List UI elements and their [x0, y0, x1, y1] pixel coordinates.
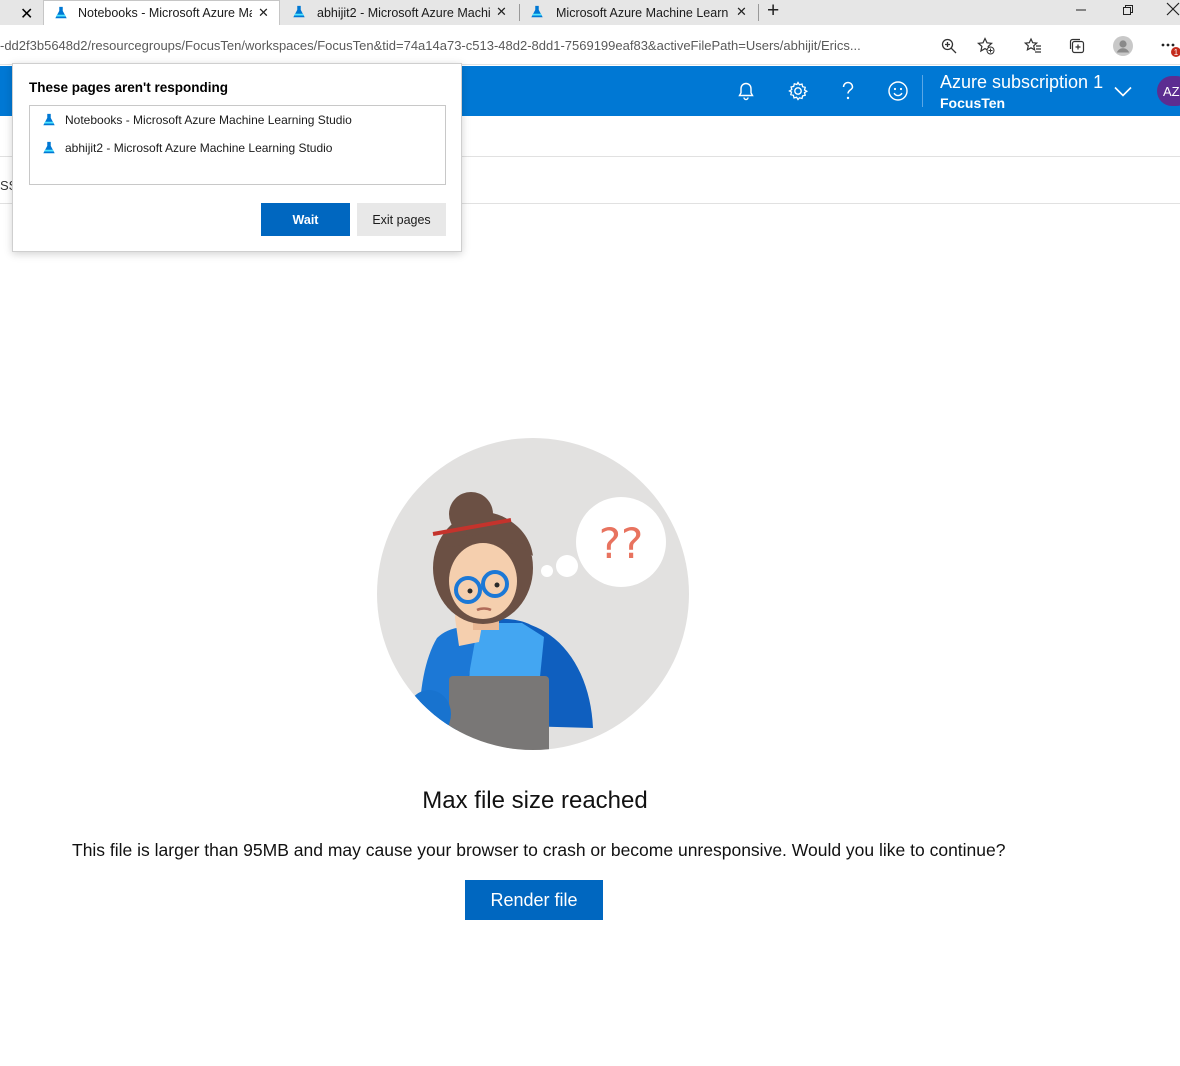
azure-ml-flask-icon [43, 141, 55, 154]
close-tab-icon[interactable]: ✕ [736, 4, 747, 20]
workspace-name[interactable]: FocusTen [940, 95, 1005, 111]
azure-ml-flask-icon [55, 6, 67, 19]
azure-ml-flask-icon [293, 5, 305, 18]
new-tab-button[interactable]: + [767, 0, 779, 23]
settings-gear-icon[interactable] [785, 78, 811, 104]
dialog-title: These pages aren't responding [29, 80, 229, 95]
exit-pages-button[interactable]: Exit pages [357, 203, 446, 236]
url-field[interactable]: -dd2f3b5648d2/resourcegroups/FocusTen/wo… [0, 38, 925, 53]
close-tab-icon[interactable]: ✕ [20, 4, 33, 24]
help-question-icon[interactable] [835, 78, 861, 104]
header-divider [922, 75, 923, 107]
list-item: abhijit2 - Microsoft Azure Machine Learn… [42, 138, 332, 158]
max-file-size-heading: Max file size reached [422, 787, 648, 814]
wait-button[interactable]: Wait [261, 203, 350, 236]
close-tab-icon[interactable]: ✕ [258, 5, 269, 21]
tab-title: abhijit2 - Microsoft Azure Machi [317, 5, 491, 20]
zoom-icon[interactable] [938, 35, 960, 57]
user-avatar[interactable]: AZ [1157, 76, 1180, 106]
confused-person-illustration: ?? [377, 438, 689, 750]
close-tab-icon[interactable]: ✕ [496, 4, 507, 20]
add-favorite-icon[interactable] [975, 35, 997, 57]
window-close-icon[interactable] [1166, 2, 1180, 19]
favorites-icon[interactable] [1022, 35, 1044, 57]
browser-tab-strip: ✕ Notebooks - Microsoft Azure Ma ✕ abhij… [0, 0, 1180, 25]
list-item: Notebooks - Microsoft Azure Machine Lear… [42, 110, 352, 130]
address-bar: -dd2f3b5648d2/resourcegroups/FocusTen/wo… [0, 25, 1180, 65]
page-title: abhijit2 - Microsoft Azure Machine Learn… [65, 141, 333, 155]
tab-azure-ml[interactable]: Microsoft Azure Machine Learnir ✕ [520, 0, 757, 25]
restore-icon[interactable] [1122, 3, 1134, 19]
tab-title: Notebooks - Microsoft Azure Ma [78, 6, 252, 20]
collections-icon[interactable] [1066, 35, 1088, 57]
subscription-name[interactable]: Azure subscription 1 [940, 72, 1103, 93]
profile-icon[interactable] [1112, 35, 1134, 57]
pages-not-responding-dialog: These pages aren't responding Notebooks … [12, 63, 462, 252]
file-size-warning-message: This file is larger than 95MB and may ca… [72, 840, 1006, 860]
azure-ml-flask-icon [531, 5, 543, 18]
tab-separator [758, 4, 759, 21]
unresponsive-pages-list: Notebooks - Microsoft Azure Machine Lear… [29, 105, 446, 185]
feedback-smiley-icon[interactable] [885, 78, 911, 104]
minimize-icon[interactable] [1075, 3, 1087, 19]
tab-notebooks[interactable]: Notebooks - Microsoft Azure Ma ✕ [43, 0, 280, 25]
tab-title: Microsoft Azure Machine Learnir [556, 5, 728, 20]
tab-abhijit2[interactable]: abhijit2 - Microsoft Azure Machi ✕ [282, 0, 519, 25]
thought-question-marks: ?? [599, 519, 644, 568]
notification-badge: 1 [1171, 47, 1180, 57]
notifications-bell-icon[interactable] [733, 78, 759, 104]
azure-ml-flask-icon [43, 113, 55, 126]
render-file-button[interactable]: Render file [465, 880, 603, 920]
page-title: Notebooks - Microsoft Azure Machine Lear… [65, 113, 352, 127]
chevron-down-icon[interactable] [1110, 78, 1136, 104]
